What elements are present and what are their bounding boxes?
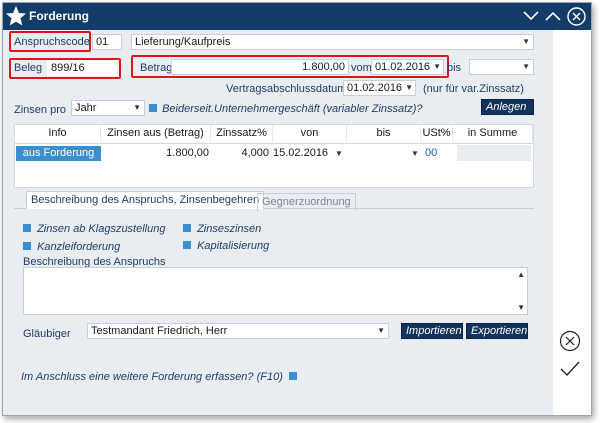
vertragsabschlussdatum-value: 01.02.2016	[347, 82, 403, 94]
chevron-down-icon: ▼	[405, 83, 413, 92]
column-header[interactable]: Info	[15, 125, 101, 142]
column-header[interactable]: bis	[347, 125, 421, 142]
checkbox-icon	[183, 224, 191, 232]
von-cell[interactable]: 15.02.2016	[273, 147, 335, 159]
option-kanzleiforderung[interactable]: Kanzleiforderung	[23, 241, 120, 253]
bis-field[interactable]: ▼	[469, 59, 534, 75]
zinsen-pro-label: Zinsen pro	[14, 104, 66, 116]
column-header[interactable]: von	[273, 125, 347, 142]
betrag-field[interactable]: 1.800,00	[171, 59, 349, 75]
anspruchscode-field[interactable]: 01	[92, 34, 122, 50]
option-label: Kapitalisierung	[197, 240, 270, 252]
column-header[interactable]: in Summe	[453, 125, 533, 142]
beschreibung-textarea[interactable]: ▲ ▼	[23, 267, 528, 315]
betrag-label: Betrag	[140, 62, 173, 74]
bis-label: bis	[447, 62, 462, 74]
scroll-down-icon[interactable]: ▼	[517, 303, 525, 312]
chevron-down-icon: ▼	[522, 37, 530, 46]
vom-label: vom	[351, 62, 372, 74]
ust-cell[interactable]: 00	[425, 147, 449, 159]
zinsen-table: Info Zinsen aus (Betrag) Zinssatz% von b…	[14, 124, 534, 188]
option-label: Zinsen ab Klagszustellung	[37, 223, 166, 235]
zinsen-period-select[interactable]: Jahr ▼	[71, 100, 145, 116]
action-panel	[553, 30, 591, 415]
anspruch-description-value: Lieferung/Kaufpreis	[135, 36, 231, 48]
confirm-icon[interactable]	[559, 360, 581, 378]
summe-cell	[457, 145, 531, 161]
glaeubiger-select[interactable]: Testmandant Friedrich, Herr ▼	[87, 323, 389, 339]
option-label: Kanzleiforderung	[37, 241, 121, 253]
window-title: Forderung	[29, 9, 89, 23]
beleg-label: Beleg	[14, 62, 43, 74]
glaeubiger-label: Gläubiger	[23, 328, 71, 340]
close-window-icon[interactable]	[566, 6, 587, 27]
anspruchscode-label: Anspruchscode	[14, 36, 90, 48]
vom-date-field[interactable]: 01.02.2016 ▼	[371, 59, 444, 75]
option-zinsen-ab-klagszustellung[interactable]: Zinsen ab Klagszustellung	[23, 223, 165, 235]
vertragsabschlussdatum-field[interactable]: 01.02.2016 ▼	[343, 80, 416, 96]
weitere-forderung-option[interactable]: Im Anschluss eine weitere Forderung erfa…	[21, 371, 297, 383]
expand-icon[interactable]	[543, 7, 563, 25]
tab-gegnerzuordnung[interactable]: Gegnerzuordnung	[257, 193, 356, 211]
chevron-down-icon[interactable]: ▼	[335, 149, 343, 158]
option-label: Zinseszinsen	[197, 223, 262, 235]
anspruch-description-select[interactable]: Lieferung/Kaufpreis ▼	[131, 34, 534, 50]
info-cell[interactable]: aus Forderung	[16, 146, 101, 161]
checkbox-icon	[288, 372, 297, 380]
checkbox-icon	[23, 242, 31, 250]
chevron-down-icon: ▼	[377, 326, 385, 335]
chevron-down-icon: ▼	[433, 62, 441, 71]
table-row[interactable]: aus Forderung 1.800,00 4,000 15.02.2016 …	[15, 145, 533, 163]
anlegen-button[interactable]: Anlegen	[481, 99, 534, 115]
tab-beschreibung[interactable]: Beschreibung des Anspruchs, Zinsenbegehr…	[26, 191, 265, 209]
chevron-down-icon: ▼	[133, 103, 141, 112]
chevron-down-icon[interactable]: ▼	[411, 149, 419, 158]
zinsen-period-value: Jahr	[75, 102, 97, 114]
vertrag-note: (nur für var.Zinssatz)	[423, 83, 524, 95]
column-header[interactable]: USt%	[421, 125, 453, 142]
importieren-button[interactable]: Importieren	[401, 323, 463, 339]
unternehmergeschaeft-checkbox[interactable]: Beiderseit.Unternehmergeschäft (variable…	[149, 103, 423, 115]
exportieren-button[interactable]: Exportieren	[466, 323, 528, 339]
checkbox-icon	[183, 241, 191, 249]
star-icon	[6, 6, 26, 26]
unternehmergeschaeft-label: Beiderseit.Unternehmergeschäft (variable…	[162, 103, 423, 115]
column-header[interactable]: Zinssatz%	[211, 125, 273, 142]
glaeubiger-value: Testmandant Friedrich, Herr	[91, 325, 228, 337]
vom-date-value: 01.02.2016	[375, 61, 431, 73]
collapse-icon[interactable]	[521, 7, 541, 25]
scroll-up-icon[interactable]: ▲	[517, 270, 525, 279]
table-header: Info Zinsen aus (Betrag) Zinssatz% von b…	[15, 125, 533, 144]
vertragsabschlussdatum-label: Vertragsabschlussdatum	[226, 83, 347, 95]
betrag-cell: 1.800,00	[166, 147, 209, 159]
zinssatz-cell: 4,000	[241, 147, 269, 159]
beleg-field[interactable]: 899/16	[47, 60, 117, 76]
option-kapitalisierung[interactable]: Kapitalisierung	[183, 240, 269, 252]
option-zinseszinsen[interactable]: Zinseszinsen	[183, 223, 261, 235]
title-bar: Forderung	[3, 3, 591, 30]
checkbox-icon	[23, 224, 31, 232]
chevron-down-icon: ▼	[522, 62, 530, 71]
cancel-icon[interactable]	[559, 330, 581, 352]
weitere-forderung-label: Im Anschluss eine weitere Forderung erfa…	[21, 371, 283, 383]
checkbox-icon	[149, 104, 157, 112]
forderung-dialog: Forderung Anspruchscode 01 Lieferung/Kau…	[2, 2, 592, 416]
column-header[interactable]: Zinsen aus (Betrag)	[101, 125, 211, 142]
